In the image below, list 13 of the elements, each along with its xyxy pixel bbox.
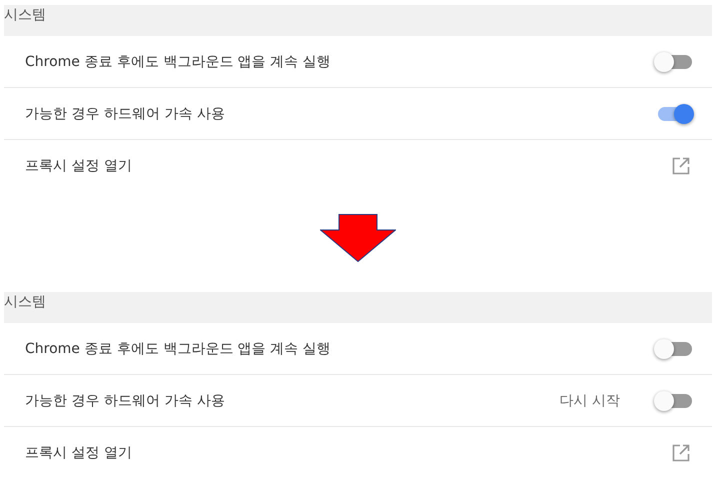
toggle-switch[interactable] — [658, 106, 692, 120]
external-link-icon[interactable] — [672, 156, 690, 174]
down-arrow-icon — [320, 214, 396, 262]
setting-label: 가능한 경우 하드웨어 가속 사용 — [25, 104, 226, 122]
setting-label: 가능한 경우 하드웨어 가속 사용 — [25, 392, 226, 410]
section-title: 시스템 — [4, 7, 46, 23]
section-title: 시스템 — [4, 294, 46, 310]
setting-label: Chrome 종료 후에도 백그라운드 앱을 계속 실행 — [25, 340, 332, 358]
setting-label: 프록시 설정 열기 — [25, 156, 133, 174]
setting-label: Chrome 종료 후에도 백그라운드 앱을 계속 실행 — [25, 52, 332, 70]
restart-button[interactable]: 다시 시작 — [554, 388, 626, 414]
setting-label: 프록시 설정 열기 — [25, 444, 133, 462]
external-link-icon[interactable] — [672, 444, 690, 462]
